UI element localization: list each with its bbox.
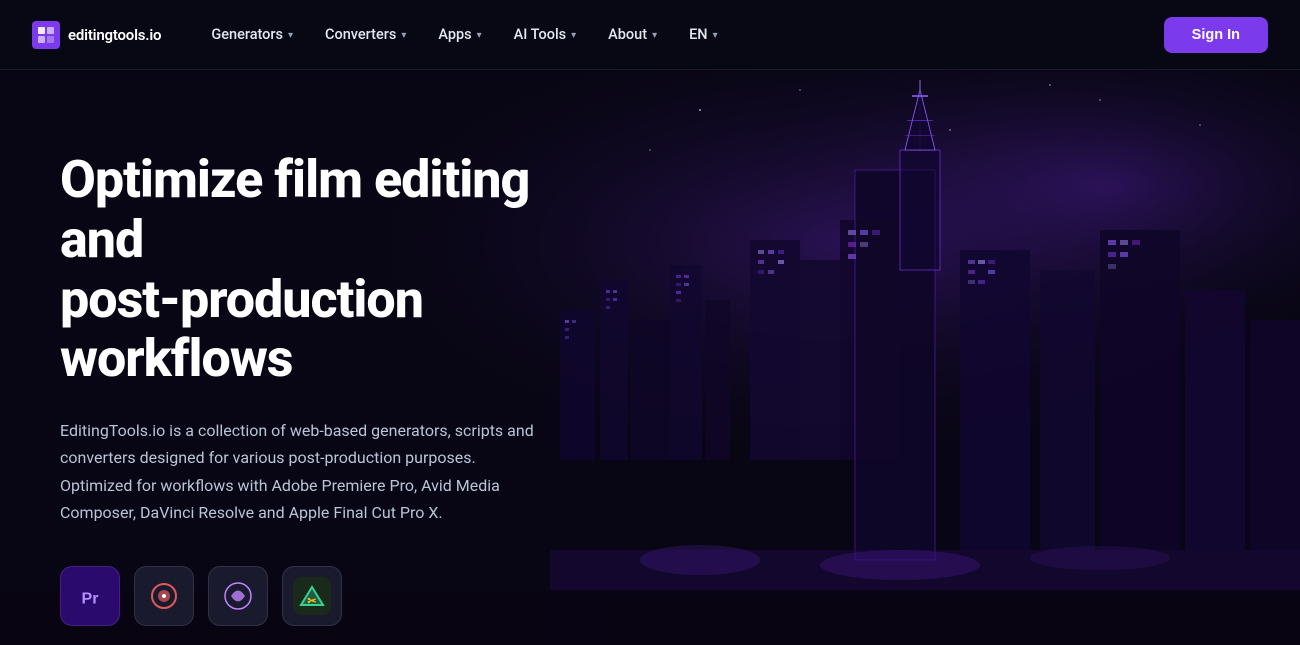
converters-chevron-icon: ▾ xyxy=(401,30,406,41)
apps-label: Apps xyxy=(438,26,471,43)
nav-item-ai-tools[interactable]: AI Tools ▾ xyxy=(500,18,591,51)
about-chevron-icon: ▾ xyxy=(652,30,657,41)
en-chevron-icon: ▾ xyxy=(713,30,718,41)
logo-icon xyxy=(32,21,60,49)
svg-text:Pr: Pr xyxy=(82,590,99,607)
nav-menu: Generators ▾ Converters ▾ Apps ▾ AI Tool… xyxy=(197,18,731,51)
app-icons-row: Pr xyxy=(60,566,560,626)
converters-label: Converters xyxy=(325,26,396,43)
about-label: About xyxy=(608,26,647,43)
nav-item-generators[interactable]: Generators ▾ xyxy=(197,18,307,51)
svg-text:✂: ✂ xyxy=(307,596,316,608)
hero-title: Optimize film editing and post-productio… xyxy=(60,150,560,389)
final-cut-pro-icon[interactable]: ✂ xyxy=(282,566,342,626)
hero-content: Optimize film editing and post-productio… xyxy=(0,70,620,645)
avid-media-composer-icon[interactable] xyxy=(208,566,268,626)
hero-section: Optimize film editing and post-productio… xyxy=(0,70,1300,645)
premiere-pro-icon[interactable]: Pr xyxy=(60,566,120,626)
logo[interactable]: editingtools.io xyxy=(32,21,161,49)
logo-text: editingtools.io xyxy=(68,26,161,44)
davinci-resolve-icon[interactable] xyxy=(134,566,194,626)
nav-item-about[interactable]: About ▾ xyxy=(594,18,671,51)
generators-label: Generators xyxy=(211,26,283,43)
sign-in-button[interactable]: Sign In xyxy=(1164,17,1268,53)
ai-tools-label: AI Tools xyxy=(514,26,566,43)
ai-tools-chevron-icon: ▾ xyxy=(571,30,576,41)
nav-item-en[interactable]: EN ▾ xyxy=(675,18,732,51)
generators-chevron-icon: ▾ xyxy=(288,30,293,41)
apps-chevron-icon: ▾ xyxy=(477,30,482,41)
nav-left: editingtools.io Generators ▾ Converters … xyxy=(32,18,732,51)
en-label: EN xyxy=(689,26,707,43)
navbar: editingtools.io Generators ▾ Converters … xyxy=(0,0,1300,70)
nav-item-converters[interactable]: Converters ▾ xyxy=(311,18,420,51)
hero-description: EditingTools.io is a collection of web-b… xyxy=(60,417,550,526)
nav-item-apps[interactable]: Apps ▾ xyxy=(424,18,495,51)
